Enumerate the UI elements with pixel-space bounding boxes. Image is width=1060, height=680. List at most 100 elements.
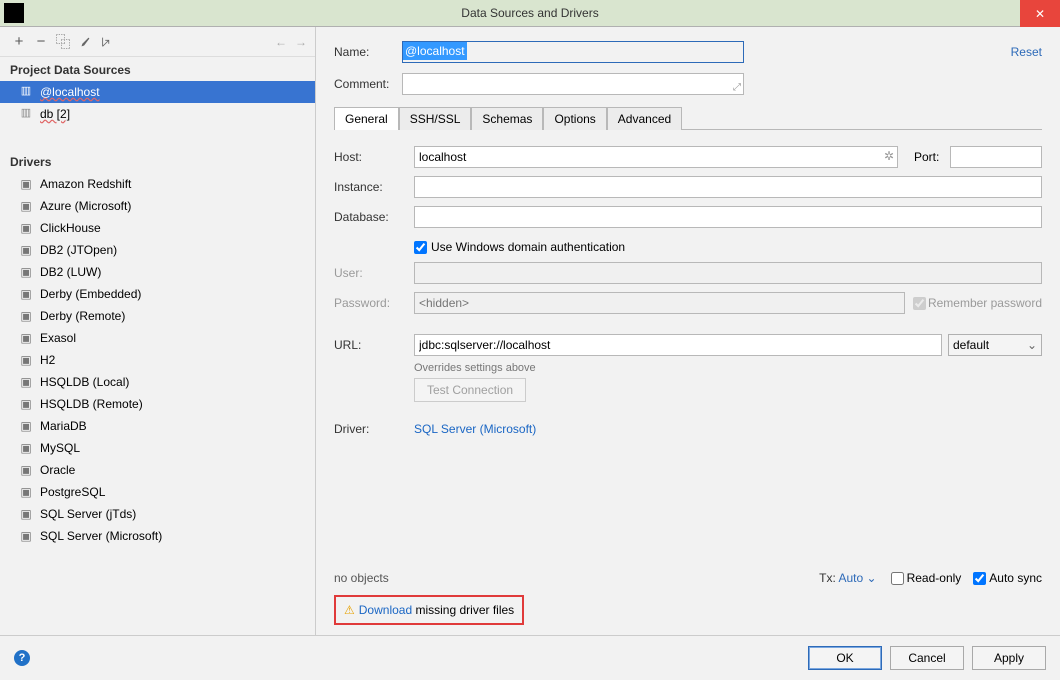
tab-schemas[interactable]: Schemas [471, 107, 543, 130]
read-only-checkbox[interactable] [891, 572, 904, 585]
user-row: User: [334, 260, 1042, 286]
chevron-down-icon: ⌄ [1027, 338, 1037, 352]
apply-button[interactable]: Apply [972, 646, 1046, 670]
driver-label: MySQL [40, 441, 80, 455]
driver-label: Driver: [334, 422, 414, 436]
driver-item[interactable]: ▣PostgreSQL [0, 481, 315, 503]
name-input[interactable]: @localhost [402, 41, 744, 63]
nav-arrows: ← → [275, 35, 307, 49]
reset-link[interactable]: Reset [1011, 45, 1042, 59]
windows-auth-row: Use Windows domain authentication [414, 234, 1042, 260]
close-icon: ✕ [1035, 7, 1045, 21]
data-source-db[interactable]: ▥ db [2] [0, 103, 315, 125]
data-source-label: @localhost [40, 85, 100, 99]
settings-button[interactable] [74, 33, 96, 50]
project-data-sources-header: Project Data Sources [0, 57, 315, 81]
loading-icon: ✲ [884, 149, 894, 163]
driver-icon: ▣ [18, 331, 34, 345]
driver-icon: ▣ [18, 221, 34, 235]
port-input[interactable] [950, 146, 1042, 168]
driver-label: DB2 (LUW) [40, 265, 101, 279]
tab-options[interactable]: Options [543, 107, 606, 130]
ok-button[interactable]: OK [808, 646, 882, 670]
driver-item[interactable]: ▣SQL Server (Microsoft) [0, 525, 315, 547]
driver-icon: ▣ [18, 463, 34, 477]
driver-item[interactable]: ▣Derby (Remote) [0, 305, 315, 327]
add-button[interactable]: + [8, 33, 30, 50]
url-input[interactable] [414, 334, 942, 356]
driver-label: Oracle [40, 463, 75, 477]
driver-label: H2 [40, 353, 55, 367]
driver-item[interactable]: ▣Azure (Microsoft) [0, 195, 315, 217]
expand-icon[interactable]: ⤢ [733, 82, 741, 93]
driver-item[interactable]: ▣ Amazon Redshift [0, 173, 315, 195]
driver-label: Amazon Redshift [40, 177, 131, 191]
download-driver-box: ⚠ Download missing driver files [334, 595, 524, 625]
remove-button[interactable]: − [30, 33, 52, 50]
windows-auth-checkbox[interactable] [414, 241, 427, 254]
driver-icon: ▣ [18, 287, 34, 301]
tx-mode[interactable]: Tx: Auto ⌄ [819, 571, 876, 585]
url-mode-select[interactable]: default ⌄ [948, 334, 1042, 356]
driver-item[interactable]: ▣MariaDB [0, 415, 315, 437]
driver-item[interactable]: ▣MySQL [0, 437, 315, 459]
password-label: Password: [334, 296, 414, 310]
remember-password: Remember password [913, 296, 1042, 310]
driver-icon: ▣ [18, 419, 34, 433]
forward-arrow-icon[interactable]: → [295, 35, 307, 49]
driver-label: Derby (Remote) [40, 309, 125, 323]
driver-label: SQL Server (Microsoft) [40, 529, 162, 543]
driver-item[interactable]: ▣ClickHouse [0, 217, 315, 239]
driver-item[interactable]: ▣ HSQLDB (Local) [0, 371, 315, 393]
datasource-icon: ▥ [18, 84, 34, 100]
driver-link[interactable]: SQL Server (Microsoft) [414, 422, 536, 436]
help-icon[interactable]: ? [14, 650, 30, 666]
warning-icon: ⚠ [344, 603, 355, 617]
auto-sync-label: Auto sync [989, 571, 1042, 585]
driver-label: Derby (Embedded) [40, 287, 141, 301]
instance-input[interactable] [414, 176, 1042, 198]
copy-button[interactable]: ⿻ [52, 31, 74, 52]
read-only-check[interactable]: Read-only [891, 571, 962, 585]
database-row: Database: [334, 204, 1042, 230]
driver-item[interactable]: ▣SQL Server (jTds) [0, 503, 315, 525]
tab-ssh-ssl[interactable]: SSH/SSL [399, 107, 472, 130]
auto-sync-checkbox[interactable] [973, 572, 986, 585]
data-source-label: db [2] [40, 107, 70, 121]
host-row: Host: ✲ Port: [334, 144, 1042, 170]
password-row: Password: Remember password [334, 290, 1042, 316]
driver-icon: ▣ [18, 375, 34, 389]
general-form: Host: ✲ Port: Instance: Database: Use Wi… [334, 130, 1042, 446]
back-arrow-icon[interactable]: ← [275, 35, 287, 49]
driver-item[interactable]: ▣H2 [0, 349, 315, 371]
driver-item[interactable]: ▣ Derby (Embedded) [0, 283, 315, 305]
driver-label: DB2 (JTOpen) [40, 243, 117, 257]
host-input[interactable] [414, 146, 898, 168]
name-value: @localhost [403, 42, 467, 60]
download-link[interactable]: Download [359, 603, 412, 617]
driver-item[interactable]: ▣DB2 (LUW) [0, 261, 315, 283]
driver-label: Exasol [40, 331, 76, 345]
collapse-button[interactable] [96, 33, 118, 50]
driver-icon: ▣ [18, 243, 34, 257]
tab-general[interactable]: General [334, 107, 399, 130]
data-sources-tree: ▥ @localhost ▥ db [2] [0, 81, 315, 125]
driver-item[interactable]: ▣ DB2 (JTOpen) [0, 239, 315, 261]
driver-icon: ▣ [18, 397, 34, 411]
remember-password-label: Remember password [928, 296, 1042, 310]
driver-icon: ▣ [18, 177, 34, 191]
data-source-localhost[interactable]: ▥ @localhost [0, 81, 315, 103]
comment-row: Comment: ⤢ [334, 71, 1042, 97]
database-input[interactable] [414, 206, 1042, 228]
cancel-button[interactable]: Cancel [890, 646, 964, 670]
driver-item[interactable]: ▣ Oracle [0, 459, 315, 481]
tab-advanced[interactable]: Advanced [607, 107, 682, 130]
driver-item[interactable]: ▣ Exasol [0, 327, 315, 349]
auto-sync-check[interactable]: Auto sync [973, 571, 1042, 585]
driver-label: HSQLDB (Local) [40, 375, 129, 389]
drivers-header: Drivers [0, 149, 315, 173]
driver-item[interactable]: ▣HSQLDB (Remote) [0, 393, 315, 415]
instance-row: Instance: [334, 174, 1042, 200]
comment-input[interactable]: ⤢ [402, 73, 744, 95]
close-button[interactable]: ✕ [1020, 0, 1060, 27]
